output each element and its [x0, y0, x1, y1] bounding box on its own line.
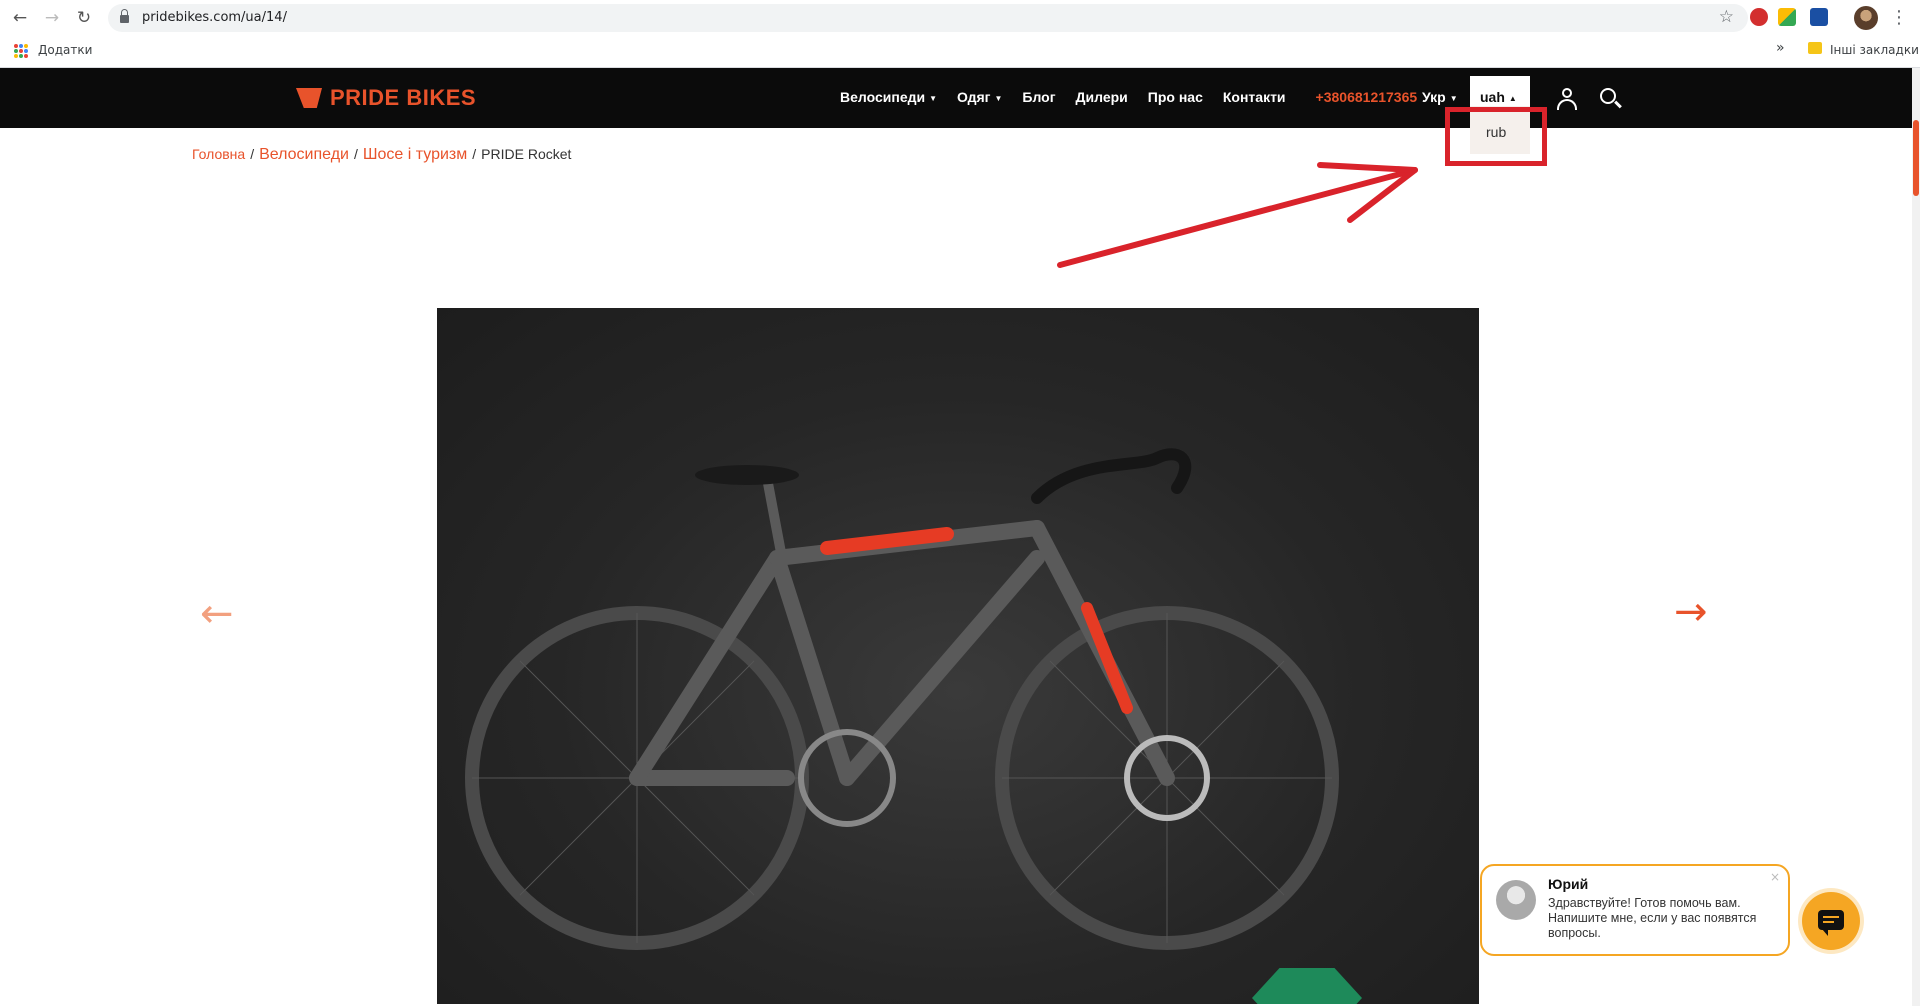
- site-header: PRIDE BIKES Велосипеди ▼ Одяг ▼ Блог Дилер…: [0, 68, 1912, 128]
- menu-item-contacts[interactable]: Контакти: [1223, 89, 1286, 105]
- chat-bubble-icon: [1818, 910, 1844, 936]
- bike-photo: [465, 448, 1339, 950]
- logo-text: PRIDE BIKES: [330, 85, 477, 110]
- extension-notes-icon[interactable]: [1778, 8, 1796, 26]
- other-bookmarks-label[interactable]: Інші закладки: [1830, 43, 1919, 57]
- user-account-icon[interactable]: [1556, 88, 1578, 110]
- profile-avatar[interactable]: [1854, 6, 1878, 30]
- breadcrumb-current: PRIDE Rocket: [481, 146, 572, 162]
- chat-agent-name: Юрий: [1548, 876, 1589, 892]
- bookmarks-apps-label[interactable]: Додатки: [38, 43, 92, 57]
- browser-toolbar: ← → ↻ pridebikes.com/ua/14/ ☆ ⋮: [0, 0, 1920, 36]
- menu-item-blog[interactable]: Блог: [1022, 89, 1055, 105]
- caret-up-icon: ▲: [1508, 93, 1517, 103]
- breadcrumb-bikes[interactable]: Велосипеди: [259, 146, 349, 163]
- breadcrumb-category[interactable]: Шосе і туризм: [363, 146, 467, 163]
- menu-item-about[interactable]: Про нас: [1148, 89, 1203, 105]
- caret-down-icon: ▼: [929, 93, 938, 103]
- extension-adblock-icon[interactable]: [1750, 8, 1768, 26]
- chat-close-icon[interactable]: ×: [1770, 870, 1780, 884]
- agent-avatar: [1496, 880, 1536, 920]
- annotation-arrow: [1057, 162, 1418, 268]
- menu-item-clothing[interactable]: Одяг ▼: [957, 89, 1002, 105]
- search-icon[interactable]: [1600, 88, 1622, 110]
- annotation-highlight-box: [1445, 107, 1547, 166]
- back-icon[interactable]: ←: [10, 8, 30, 28]
- chat-greeting-bubble[interactable]: Юрий Здравствуйте! Готов помочь вам. Нап…: [1480, 864, 1790, 956]
- caret-down-icon: ▼: [994, 93, 1003, 103]
- breadcrumb-home[interactable]: Головна: [192, 146, 245, 162]
- menu-item-dealers[interactable]: Дилери: [1076, 89, 1128, 105]
- phone-link[interactable]: +380681217365: [1316, 89, 1418, 105]
- reload-icon[interactable]: ↻: [74, 8, 94, 28]
- currency-selector[interactable]: uah ▲: [1470, 76, 1530, 106]
- caret-down-icon: ▼: [1449, 93, 1458, 103]
- bookmarks-overflow-icon[interactable]: »: [1776, 40, 1785, 56]
- lock-icon[interactable]: [120, 9, 129, 23]
- apps-grid-icon[interactable]: [14, 44, 28, 58]
- main-menu: Велосипеди ▼ Одяг ▼ Блог Дилери Про нас Ко…: [840, 89, 1417, 105]
- language-selector[interactable]: Укр ▼: [1422, 89, 1458, 105]
- bookmark-star-icon[interactable]: ☆: [1719, 7, 1734, 27]
- chat-launcher-button[interactable]: [1802, 892, 1860, 950]
- site-logo[interactable]: PRIDE BIKES: [296, 85, 477, 110]
- extension-save-icon[interactable]: [1810, 8, 1828, 26]
- page-scrollbar[interactable]: [1912, 68, 1920, 1006]
- menu-item-bikes[interactable]: Велосипеди ▼: [840, 89, 937, 105]
- product-image: [437, 308, 1479, 1004]
- url-text: pridebikes.com/ua/14/: [142, 10, 287, 25]
- address-bar[interactable]: pridebikes.com/ua/14/ ☆: [108, 4, 1748, 32]
- forward-icon[interactable]: →: [42, 8, 62, 28]
- folder-icon: [1808, 42, 1822, 54]
- scrollbar-thumb[interactable]: [1913, 120, 1919, 196]
- chat-message: Здравствуйте! Готов помочь вам. Напишите…: [1548, 896, 1757, 940]
- next-slide-arrow-icon[interactable]: →: [1674, 592, 1708, 632]
- browser-menu-icon[interactable]: ⋮: [1890, 6, 1908, 30]
- breadcrumb: Головна / Велосипеди / Шосе і туризм / PRIDE R…: [192, 146, 572, 163]
- logo-mark-icon: [296, 88, 322, 108]
- bookmarks-bar: Додатки » Інші закладки: [0, 36, 1920, 68]
- prev-slide-arrow-icon[interactable]: ←: [200, 594, 234, 634]
